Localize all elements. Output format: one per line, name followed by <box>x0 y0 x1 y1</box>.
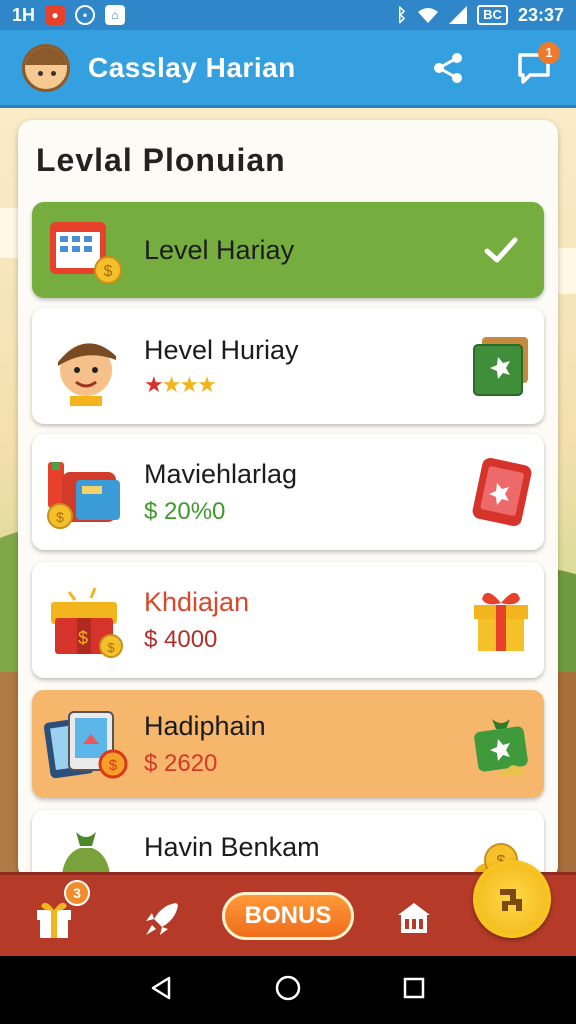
app-icon: ⌂ <box>105 5 126 25</box>
list-item[interactable]: $ Level Hariay <box>32 202 544 298</box>
bluetooth-icon: ᛒ <box>396 4 408 25</box>
wifi-icon <box>418 8 439 23</box>
rocket-icon <box>146 903 178 935</box>
svg-text:$: $ <box>56 509 64 525</box>
share-icon <box>434 52 462 83</box>
check-icon <box>466 215 536 285</box>
house-icon <box>398 903 430 933</box>
status-left-text: 1H <box>12 4 36 25</box>
app-bar: Casslay Harian 1 <box>0 30 576 108</box>
gold-fab-icon <box>500 889 522 911</box>
boy-avatar-icon <box>40 320 132 412</box>
item-name: Maviehlarlag <box>144 458 298 489</box>
svg-text:$: $ <box>109 757 118 774</box>
level-panel: Levlal Plonuian $ Level Hariay Hevel Hur… <box>18 120 558 880</box>
status-bar: 1H ● • ⌂ ᛒ BC 23:37 <box>0 0 576 30</box>
svg-text:$: $ <box>104 263 113 280</box>
back-button[interactable] <box>149 975 175 1006</box>
home-nav-button[interactable] <box>388 891 440 943</box>
item-name: Hevel Huriay <box>144 334 299 365</box>
list-item[interactable]: $ $ Khdiajan $ 4000 <box>32 562 544 678</box>
item-name: Khdiajan <box>144 586 250 617</box>
green-card-icon <box>466 331 536 401</box>
home-button[interactable] <box>274 974 302 1007</box>
red-tablet-icon <box>466 457 536 527</box>
back-icon <box>152 976 171 999</box>
list-item[interactable]: $ Maviehlarlag $ 20%0 <box>32 434 544 550</box>
svg-text:$: $ <box>107 640 115 655</box>
list-item[interactable]: $ Hadiphain $ 2620 <box>32 690 544 798</box>
recents-button[interactable] <box>401 975 427 1006</box>
clock: 23:37 <box>517 4 564 25</box>
item-value: $ 4000 <box>144 625 218 653</box>
target-icon: • <box>75 5 96 25</box>
battery-indicator: BC <box>477 5 508 25</box>
calendar-coin-icon: $ <box>40 204 132 296</box>
list-item[interactable]: Havin Benkam $ <box>32 810 544 880</box>
list-item[interactable]: Hevel Huriay ★★★★ <box>32 308 544 424</box>
gift-badge: 3 <box>64 880 90 906</box>
money-bag-icon <box>466 709 536 779</box>
bonus-button[interactable]: BONUS <box>222 892 354 940</box>
gift-box-icon <box>466 585 536 655</box>
gold-fab-button[interactable] <box>473 860 551 938</box>
item-name: Hadiphain <box>144 710 266 741</box>
item-name: Level Hariay <box>144 234 295 265</box>
avatar[interactable] <box>22 43 70 92</box>
app-title: Casslay Harian <box>88 51 296 83</box>
item-value: $ 2620 <box>144 749 218 777</box>
item-name: Havin Benkam <box>144 832 320 862</box>
red-chest-icon: $ $ <box>40 574 132 666</box>
wallet-coin-icon: $ <box>40 446 132 538</box>
notification-icon: ● <box>45 5 66 25</box>
star-rating: ★★★★ <box>144 371 217 397</box>
messages-button[interactable]: 1 <box>514 41 560 88</box>
item-value: $ 20%0 <box>144 497 226 525</box>
signal-icon <box>449 6 468 24</box>
home-circle-icon <box>275 975 301 1000</box>
svg-text:$: $ <box>78 628 88 648</box>
share-button[interactable] <box>428 48 468 88</box>
system-navigation-bar <box>0 956 576 1024</box>
panel-title: Levlal Plonuian <box>36 142 286 178</box>
rocket-nav-button[interactable] <box>136 893 188 945</box>
recents-icon <box>403 977 424 998</box>
tablet-coin-icon: $ <box>40 698 132 790</box>
green-bag-icon <box>40 820 132 880</box>
notification-badge: 1 <box>538 41 560 64</box>
